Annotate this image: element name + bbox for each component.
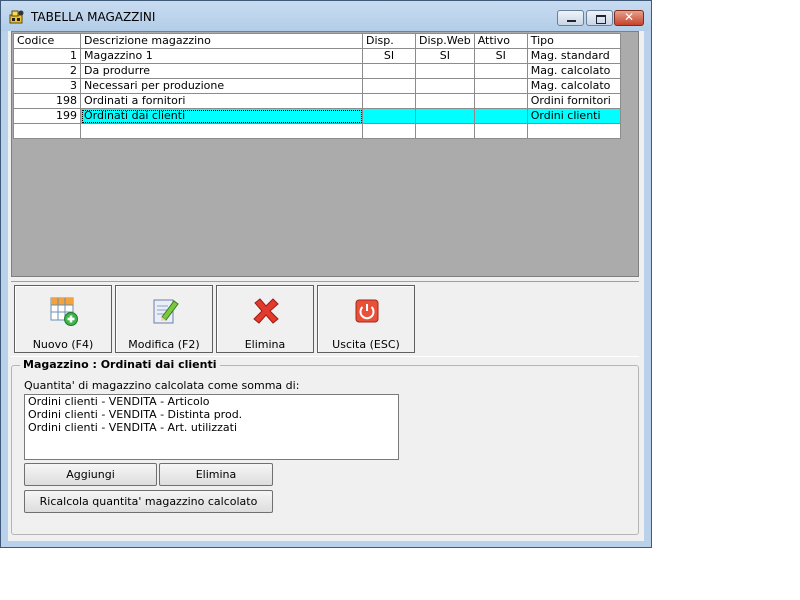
cell-attivo[interactable] bbox=[473, 123, 528, 139]
nuovo-button[interactable]: Nuovo (F4) bbox=[14, 285, 112, 353]
cell-attivo[interactable] bbox=[473, 108, 528, 124]
cell-descrizione[interactable]: Necessari per produzione bbox=[80, 78, 363, 94]
elimina-source-button[interactable]: Elimina bbox=[159, 463, 273, 486]
list-item[interactable]: Ordini clienti - VENDITA - Articolo bbox=[25, 395, 398, 408]
edit-document-icon bbox=[153, 299, 179, 324]
table-row[interactable]: 198 Ordinati a fornitori Ordini fornitor… bbox=[13, 93, 621, 109]
detail-groupbox: Magazzino : Ordinati dai clienti Quantit… bbox=[11, 358, 639, 535]
cell-disp[interactable] bbox=[362, 78, 416, 94]
cell-tipo[interactable]: Mag. calcolato bbox=[526, 63, 621, 79]
cell-codice[interactable]: 199 bbox=[13, 108, 81, 124]
red-x-icon bbox=[253, 298, 279, 324]
close-button[interactable]: ✕ bbox=[614, 10, 644, 26]
column-header-descrizione[interactable]: Descrizione magazzino bbox=[80, 33, 363, 49]
column-header-disp[interactable]: Disp. bbox=[362, 33, 416, 49]
cell-disp[interactable] bbox=[362, 93, 416, 109]
cell-tipo[interactable]: Mag. calcolato bbox=[526, 78, 621, 94]
cell-descrizione[interactable] bbox=[80, 123, 363, 139]
elimina-button[interactable]: Elimina bbox=[216, 285, 314, 353]
minimize-icon bbox=[567, 20, 576, 22]
cell-codice[interactable] bbox=[13, 123, 81, 139]
main-window: TABELLA MAGAZZINI ✕ Codice Descrizione m… bbox=[0, 0, 652, 548]
cell-codice[interactable]: 1 bbox=[13, 48, 81, 64]
cell-disp-web[interactable] bbox=[415, 63, 475, 79]
cell-descrizione[interactable]: Magazzino 1 bbox=[80, 48, 363, 64]
ricalcola-button[interactable]: Ricalcola quantita' magazzino calcolato bbox=[24, 490, 273, 513]
warehouse-table: Codice Descrizione magazzino Disp. Disp.… bbox=[13, 33, 621, 139]
table-row[interactable]: 1 Magazzino 1 SI SI SI Mag. standard bbox=[13, 48, 621, 64]
cell-disp-web[interactable] bbox=[415, 108, 475, 124]
title-bar[interactable]: TABELLA MAGAZZINI ✕ bbox=[1, 1, 651, 31]
table-row[interactable]: 3 Necessari per produzione Mag. calcolat… bbox=[13, 78, 621, 94]
maximize-button[interactable] bbox=[586, 10, 613, 26]
elimina-label: Elimina bbox=[244, 338, 286, 351]
column-header-disp-web[interactable]: Disp.Web bbox=[415, 33, 475, 49]
uscita-button[interactable]: Uscita (ESC) bbox=[317, 285, 415, 353]
cell-tipo[interactable]: Ordini clienti bbox=[526, 108, 621, 124]
cell-disp[interactable] bbox=[362, 123, 416, 139]
table-row-selected[interactable]: 199 Ordinati dai clienti Ordini clienti bbox=[13, 108, 621, 124]
maximize-icon bbox=[596, 15, 606, 24]
uscita-label: Uscita (ESC) bbox=[332, 338, 400, 351]
cell-attivo[interactable] bbox=[473, 63, 528, 79]
column-header-codice[interactable]: Codice bbox=[13, 33, 81, 49]
aggiungi-button[interactable]: Aggiungi bbox=[24, 463, 157, 486]
sum-sources-list[interactable]: Ordini clienti - VENDITA - Articolo Ordi… bbox=[24, 394, 399, 460]
cell-disp-web[interactable] bbox=[415, 123, 475, 139]
nuovo-label: Nuovo (F4) bbox=[32, 338, 94, 351]
cell-attivo[interactable] bbox=[473, 93, 528, 109]
cell-disp[interactable]: SI bbox=[362, 48, 416, 64]
cell-disp-web[interactable]: SI bbox=[415, 48, 475, 64]
cell-descrizione[interactable]: Ordinati dai clienti bbox=[80, 108, 363, 124]
cell-disp[interactable] bbox=[362, 108, 416, 124]
cell-descrizione[interactable]: Da produrre bbox=[80, 63, 363, 79]
detail-title: Magazzino : Ordinati dai clienti bbox=[20, 358, 220, 371]
cell-descrizione[interactable]: Ordinati a fornitori bbox=[80, 93, 363, 109]
cell-tipo[interactable] bbox=[526, 123, 621, 139]
column-header-tipo[interactable]: Tipo bbox=[526, 33, 621, 49]
grid-add-icon bbox=[50, 297, 78, 326]
list-item[interactable]: Ordini clienti - VENDITA - Distinta prod… bbox=[25, 408, 398, 421]
cell-codice[interactable]: 2 bbox=[13, 63, 81, 79]
close-icon: ✕ bbox=[623, 10, 635, 24]
cell-attivo[interactable]: SI bbox=[473, 48, 528, 64]
cell-disp[interactable] bbox=[362, 63, 416, 79]
modifica-label: Modifica (F2) bbox=[128, 338, 200, 351]
cell-disp-web[interactable] bbox=[415, 78, 475, 94]
power-icon bbox=[355, 299, 379, 323]
cell-codice[interactable]: 198 bbox=[13, 93, 81, 109]
action-toolbar: Nuovo (F4) Modifica (F2) Elimina Uscita … bbox=[11, 281, 639, 357]
window-title: TABELLA MAGAZZINI bbox=[31, 10, 156, 24]
table-row[interactable]: 2 Da produrre Mag. calcolato bbox=[13, 63, 621, 79]
app-icon bbox=[9, 10, 24, 24]
cell-tipo[interactable]: Mag. standard bbox=[526, 48, 621, 64]
table-header-row: Codice Descrizione magazzino Disp. Disp.… bbox=[13, 33, 621, 49]
cell-disp-web[interactable] bbox=[415, 93, 475, 109]
cell-attivo[interactable] bbox=[473, 78, 528, 94]
client-area: Codice Descrizione magazzino Disp. Disp.… bbox=[8, 31, 644, 541]
list-item[interactable]: Ordini clienti - VENDITA - Art. utilizza… bbox=[25, 421, 398, 434]
column-header-attivo[interactable]: Attivo bbox=[473, 33, 528, 49]
table-row-new[interactable] bbox=[13, 123, 621, 139]
modifica-button[interactable]: Modifica (F2) bbox=[115, 285, 213, 353]
minimize-button[interactable] bbox=[557, 10, 584, 26]
cell-tipo[interactable]: Ordini fornitori bbox=[526, 93, 621, 109]
warehouse-grid[interactable]: Codice Descrizione magazzino Disp. Disp.… bbox=[11, 31, 639, 277]
cell-codice[interactable]: 3 bbox=[13, 78, 81, 94]
detail-subtitle: Quantita' di magazzino calcolata come so… bbox=[24, 379, 300, 392]
